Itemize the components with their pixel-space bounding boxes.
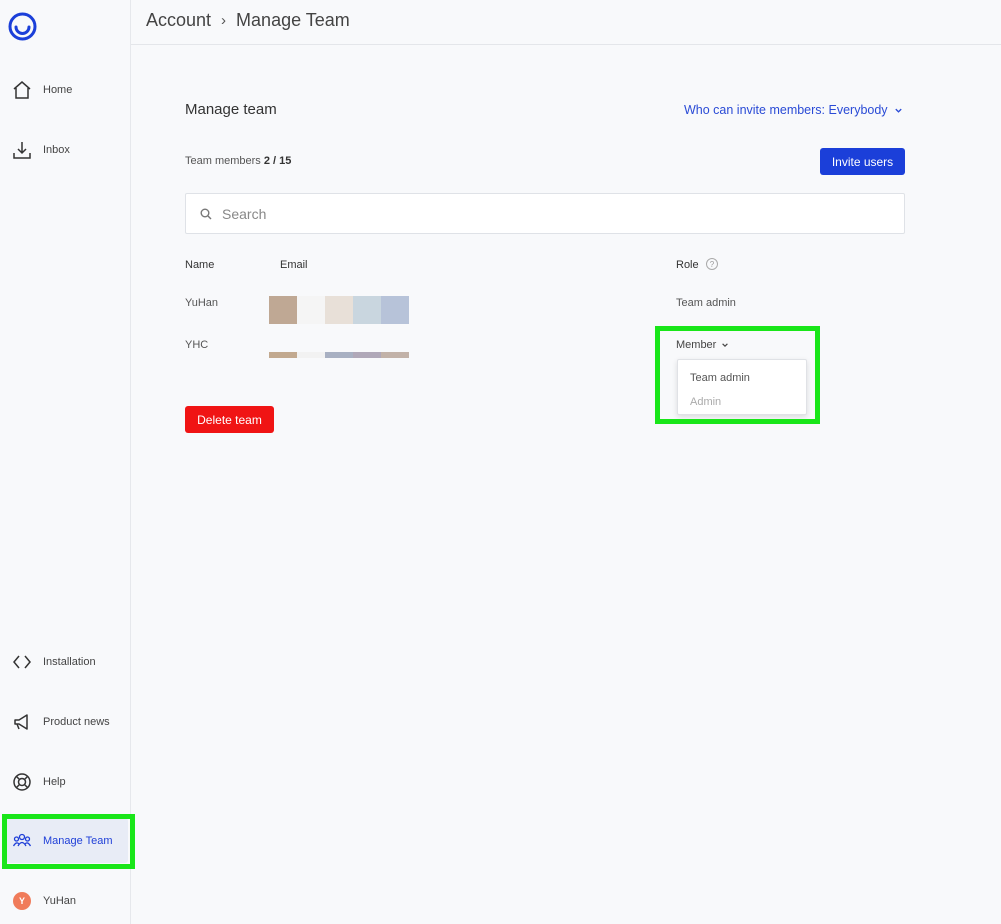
lifebuoy-icon [11,771,33,793]
avatar-wrap: Y [11,890,33,912]
breadcrumb: Account › Manage Team [146,10,350,31]
sidebar-item-label: Home [43,84,73,96]
sidebar-item-label: Installation [43,656,96,668]
search-box[interactable] [185,193,905,234]
invite-users-button[interactable]: Invite users [820,148,905,175]
member-role: Team admin [676,297,736,309]
sidebar-item-label: Product news [43,716,110,728]
breadcrumb-current: Manage Team [236,10,350,30]
role-option-team-admin[interactable]: Team admin [690,372,750,384]
team-icon [11,830,33,852]
member-name: YHC [185,339,209,351]
chevron-down-icon [722,343,729,348]
sidebar-item-inbox[interactable]: Inbox [0,130,130,170]
app-logo[interactable] [8,12,37,41]
breadcrumb-account[interactable]: Account [146,10,211,31]
column-header-email: Email [280,259,308,271]
member-name: YuHan [185,297,219,309]
delete-team-button[interactable]: Delete team [185,406,274,433]
role-option-admin[interactable]: Admin [690,396,721,408]
search-input[interactable] [222,204,882,224]
avatar: Y [13,892,31,910]
sidebar-item-help[interactable]: Help [0,762,130,802]
sidebar-item-label: Inbox [43,144,70,156]
invite-permission-label: Who can invite members: Everybody [684,103,888,117]
megaphone-icon [11,711,33,733]
chevron-down-icon [894,108,902,113]
sidebar-item-label: Help [43,776,66,788]
invite-permission-dropdown[interactable]: Who can invite members: Everybody [684,103,903,117]
search-icon [200,208,212,220]
sidebar: Home Inbox Installation Product news Hel… [0,0,131,924]
role-select[interactable]: Member [676,339,729,351]
user-name: YuHan [43,895,77,907]
sidebar-item-manage-team[interactable]: Manage Team [6,818,128,863]
help-icon[interactable]: ? [706,258,718,270]
email-redacted [269,352,409,358]
breadcrumb-separator: › [221,12,227,29]
sidebar-item-label: Manage Team [43,834,113,847]
role-select-value: Member [676,339,717,351]
column-header-role: Role [676,259,699,271]
team-members-value: 2 / 15 [263,155,292,167]
topbar: Account › Manage Team [131,0,1001,45]
inbox-download-icon [11,139,33,161]
page-title: Manage team [185,101,277,118]
sidebar-user[interactable]: Y YuHan [0,881,130,921]
role-dropdown-menu: Team admin Admin [677,359,807,415]
sidebar-item-installation[interactable]: Installation [0,642,130,682]
column-header-name: Name [185,259,215,271]
home-icon [11,79,33,101]
code-brackets-icon [11,651,33,673]
sidebar-item-product-news[interactable]: Product news [0,702,130,742]
sidebar-item-home[interactable]: Home [0,70,130,110]
team-members-label: Team members [185,155,261,167]
team-members-count: Team members 2 / 15 [185,155,291,167]
email-redacted [269,296,409,324]
